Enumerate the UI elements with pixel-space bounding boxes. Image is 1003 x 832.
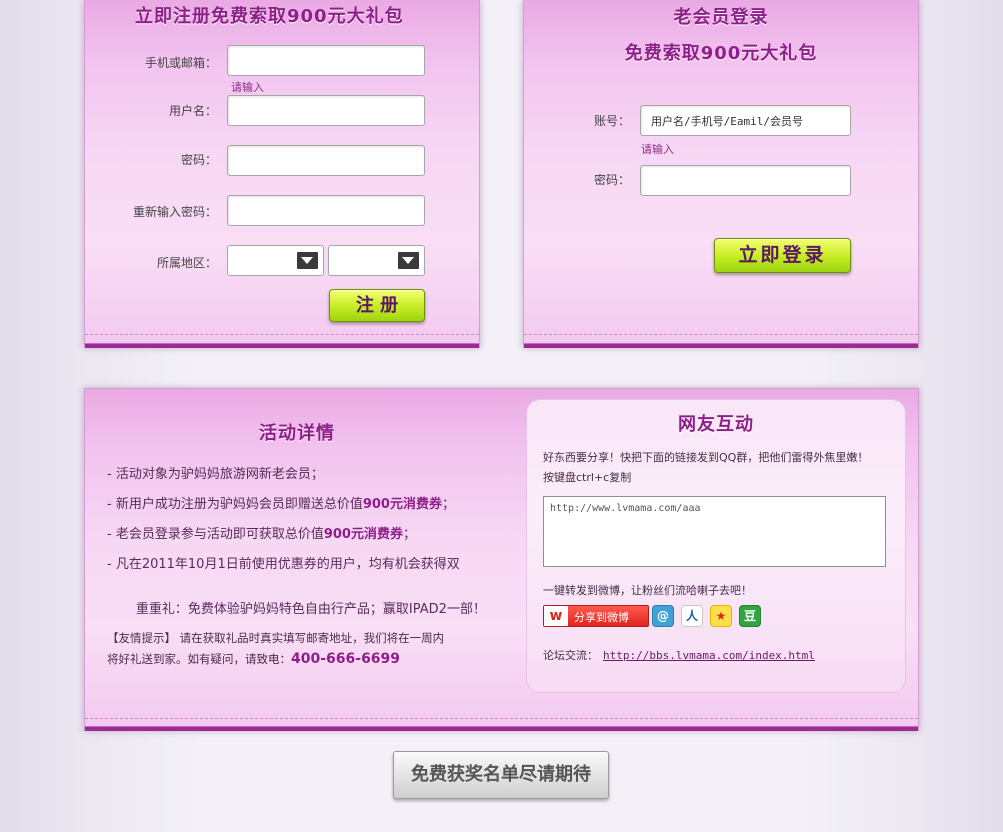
details-item: - 活动对象为驴妈妈旅游网新老会员； bbox=[107, 467, 324, 482]
details-item: - 新用户成功注册为驴妈妈会员即赠送总价值900元消费券； bbox=[107, 497, 455, 512]
password-input[interactable] bbox=[227, 145, 425, 176]
stitch-divider bbox=[524, 334, 918, 335]
forum-row: 论坛交流： bbox=[543, 649, 598, 662]
share-tencent-weibo-icon[interactable]: @ bbox=[652, 605, 674, 627]
repassword-label: 重新输入密码： bbox=[132, 205, 217, 219]
tip-line: 【友情提示】 请在获取礼品时真实填写邮寄地址，我们将在一周内 bbox=[107, 631, 445, 645]
details-item: - 凡在2011年10月1日前使用优惠券的用户，均有机会获得双 bbox=[107, 557, 460, 572]
details-item: 重重礼：免费体验驴妈妈特色自由行产品；赢取IPAD2一部！ bbox=[123, 602, 486, 617]
details-title: 活动详情 bbox=[259, 423, 335, 444]
username-label: 用户名： bbox=[168, 104, 217, 118]
forum-link[interactable]: http://bbs.lvmama.com/index.html bbox=[603, 649, 815, 662]
city-select[interactable] bbox=[328, 245, 425, 276]
username-input[interactable] bbox=[227, 95, 425, 126]
phone-email-input[interactable] bbox=[227, 45, 425, 76]
region-label: 所属地区： bbox=[156, 256, 217, 270]
forward-text: 一键转发到微博，让粉丝们流哈喇子去吧！ bbox=[543, 584, 752, 597]
interact-desc: 按键盘ctrl+c复制 bbox=[543, 471, 632, 484]
hotline-number: 400-666-6699 bbox=[291, 651, 401, 667]
interact-box: 网友互动 好东西要分享！快把下面的链接发到QQ群，把他们雷得外焦里嫩！ 按键盘c… bbox=[526, 399, 906, 693]
interact-desc: 好东西要分享！快把下面的链接发到QQ群，把他们雷得外焦里嫩！ bbox=[543, 451, 869, 464]
login-panel: 老会员登录 免费索取900元大礼包 账号： 请输入 密码： 立即登录 bbox=[523, 0, 919, 348]
province-select[interactable] bbox=[227, 245, 324, 276]
share-douban-icon[interactable]: 豆 bbox=[739, 605, 761, 627]
winners-list-button[interactable]: 免费获奖名单尽请期待 bbox=[393, 751, 609, 799]
login-title: 老会员登录 bbox=[673, 7, 769, 28]
register-title: 立即注册免费索取900元大礼包 bbox=[135, 6, 404, 27]
login-password-label: 密码： bbox=[593, 173, 630, 187]
share-renren-icon[interactable]: 人 bbox=[681, 605, 703, 627]
stitch-divider bbox=[85, 718, 918, 719]
stitch-divider bbox=[85, 334, 479, 335]
panel-bottom-bar bbox=[524, 343, 918, 348]
login-password-input[interactable] bbox=[640, 165, 851, 196]
panel-bottom-bar bbox=[85, 726, 918, 731]
phone-label: 手机或邮箱： bbox=[144, 56, 217, 70]
phone-hint: 请输入 bbox=[231, 81, 264, 94]
share-url-box[interactable]: http://www.lvmama.com/aaa bbox=[543, 496, 886, 567]
weibo-icon: w bbox=[544, 606, 568, 626]
tip-line: 将好礼送到家。如有疑问，请致电：400-666-6699 bbox=[107, 651, 401, 667]
login-subtitle: 免费索取900元大礼包 bbox=[624, 43, 818, 64]
account-label: 账号： bbox=[593, 114, 630, 128]
share-weibo-button[interactable]: w 分享到微博 bbox=[543, 605, 649, 627]
chevron-down-icon bbox=[398, 252, 419, 269]
share-kaixin-icon[interactable]: ★ bbox=[710, 605, 732, 627]
interact-title: 网友互动 bbox=[678, 414, 754, 435]
register-panel: 立即注册免费索取900元大礼包 手机或邮箱： 请输入 用户名： 密码： 重新输入… bbox=[84, 0, 480, 348]
details-item: - 老会员登录参与活动即可获取总价值900元消费券； bbox=[107, 527, 416, 542]
account-input[interactable] bbox=[640, 105, 851, 136]
password-label: 密码： bbox=[180, 153, 217, 167]
account-hint: 请输入 bbox=[641, 143, 674, 156]
panel-bottom-bar bbox=[85, 343, 479, 348]
login-button[interactable]: 立即登录 bbox=[714, 238, 851, 273]
register-button[interactable]: 注 册 bbox=[329, 289, 425, 322]
chevron-down-icon bbox=[297, 252, 318, 269]
activity-panel: 活动详情 - 活动对象为驴妈妈旅游网新老会员； - 新用户成功注册为驴妈妈会员即… bbox=[84, 388, 919, 731]
repassword-input[interactable] bbox=[227, 195, 425, 226]
